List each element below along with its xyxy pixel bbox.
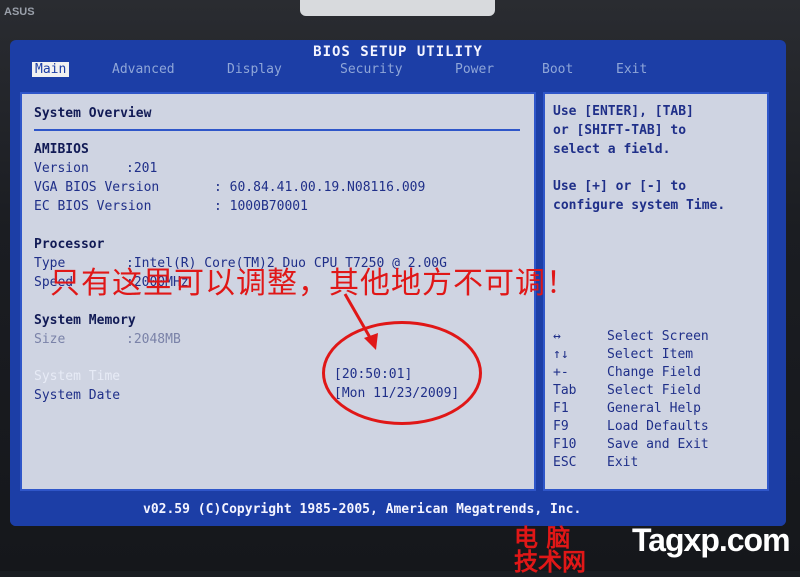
key-tab: Tab	[553, 383, 577, 398]
ec-bios-value: : 1000B70001	[214, 199, 308, 214]
key-f10: F10	[553, 437, 577, 452]
system-date-label[interactable]: System Date	[34, 388, 120, 403]
annotation-ellipse	[322, 321, 482, 425]
key-f1: F1	[553, 401, 569, 416]
tab-display[interactable]: Display	[227, 62, 282, 77]
copyright-text: v02.59 (C)Copyright 1985-2005, American …	[143, 502, 582, 517]
key-esc: ESC	[553, 455, 577, 470]
menu-bar: Main Advanced Display Security Power Boo…	[22, 62, 774, 80]
desc-general-help: General Help	[607, 401, 701, 416]
help-line-2: or [SHIFT-TAB] to	[553, 123, 687, 138]
key-f9: F9	[553, 419, 569, 434]
bios-title: BIOS SETUP UTILITY	[313, 44, 483, 60]
help-line-5: configure system Time.	[553, 198, 726, 213]
divider	[34, 129, 520, 131]
size-value: :2048MB	[126, 332, 181, 347]
help-line-4: Use [+] or [-] to	[553, 179, 687, 194]
desc-select-screen: Select Screen	[607, 329, 709, 344]
tab-advanced[interactable]: Advanced	[112, 62, 175, 77]
desc-save-exit: Save and Exit	[607, 437, 709, 452]
tab-exit[interactable]: Exit	[616, 62, 647, 77]
tab-security[interactable]: Security	[340, 62, 403, 77]
amibios-heading: AMIBIOS	[34, 142, 89, 157]
size-label: Size	[34, 332, 66, 347]
desc-select-item: Select Item	[607, 347, 694, 362]
tab-main[interactable]: Main	[32, 62, 70, 77]
section-heading: System Overview	[34, 106, 152, 121]
version-value: :201	[126, 161, 158, 176]
memory-heading: System Memory	[34, 313, 136, 328]
key-arrows-ud: ↑↓	[553, 347, 569, 362]
vga-bios-label: VGA BIOS Version	[34, 180, 160, 195]
desc-exit: Exit	[607, 455, 639, 470]
help-line-3: select a field.	[553, 142, 671, 157]
webcam-housing	[300, 0, 495, 16]
brand-logo: ASUS	[4, 6, 35, 18]
desc-change-field: Change Field	[607, 365, 701, 380]
annotation-text: 只有这里可以调整，其他地方不可调！	[50, 266, 577, 301]
vga-bios-value: : 60.84.41.00.19.N08116.009	[214, 180, 426, 195]
key-arrows-lr: ↔	[553, 329, 561, 344]
desc-load-defaults: Load Defaults	[607, 419, 709, 434]
ec-bios-label: EC BIOS Version	[34, 199, 152, 214]
system-time-label[interactable]: System Time	[34, 369, 120, 384]
version-label: Version	[34, 161, 89, 176]
desc-select-field: Select Field	[607, 383, 701, 398]
tab-boot[interactable]: Boot	[542, 62, 573, 77]
help-line-1: Use [ENTER], [TAB]	[553, 104, 694, 119]
laptop-bezel: ASUS BIOS SETUP UTILITY Main Advanced Di…	[0, 0, 800, 576]
key-plus-minus: +-	[553, 365, 569, 380]
watermark-cn-line2: 技术网	[514, 548, 586, 576]
watermark-site: Tagxp.com	[632, 522, 791, 558]
processor-heading: Processor	[34, 237, 105, 252]
tab-power[interactable]: Power	[455, 62, 494, 77]
